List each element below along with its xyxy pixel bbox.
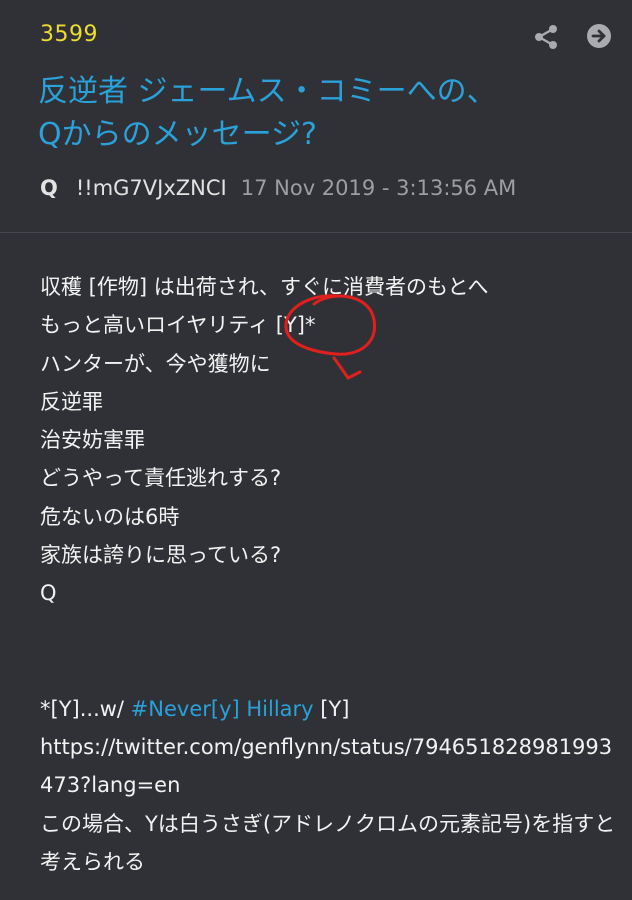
post-line: 収穫 [作物] は出荷され、すぐに消費者のもとへ: [40, 275, 489, 299]
post-line: 治安妨害罪: [40, 428, 145, 453]
post-line: 家族は誇りに思っている?: [40, 543, 282, 568]
post-body: 収穫 [作物] は出荷され、すぐに消費者のもとへ もっと高いロイヤリティ [Y]…: [40, 268, 625, 881]
translator-note: この場合、Yは白うさぎ(アドレノクロムの元素記号)を指すと考えられる: [40, 811, 616, 874]
post-author: Q: [40, 176, 58, 200]
post-line: もっと高いロイヤリティ [Y]*: [40, 313, 316, 338]
post-title: 反逆者 ジェームス・コミーへの、 Qからのメッセージ?: [38, 74, 497, 152]
post-line: 危ないのは6時: [40, 504, 180, 529]
share-icon[interactable]: [533, 24, 559, 50]
post-signature: Q: [40, 581, 57, 606]
post-number[interactable]: 3599: [40, 22, 98, 47]
arrow-right-circle-icon[interactable]: [586, 23, 612, 49]
header-divider: [0, 232, 632, 233]
post-date: 17 Nov 2019 - 3:13:56 AM: [240, 176, 517, 200]
footnote-suffix: [Y]: [313, 696, 350, 721]
post-tripcode: !!mG7VJxZNCI: [75, 176, 227, 200]
hashtag-link[interactable]: #Never[y] Hillary: [131, 697, 314, 721]
twitter-url[interactable]: https://twitter.com/genflynn/status/7946…: [40, 728, 625, 805]
footnote-prefix: *[Y]...w/: [40, 696, 131, 721]
post-line: 反逆罪: [40, 389, 103, 414]
post-line: どうやって責任逃れする?: [40, 466, 282, 491]
q-post-card: 3599 反逆者 ジェームス・コミーへの、 Qからのメッセージ? Q !!mG7V…: [0, 0, 632, 900]
post-line: ハンターが、今や獲物に: [40, 351, 271, 376]
footnote-line: *[Y]...w/ #Never[y] Hillary [Y]: [40, 690, 625, 728]
post-header: 3599 反逆者 ジェームス・コミーへの、 Qからのメッセージ? Q !!mG7V…: [0, 0, 632, 232]
post-meta: Q !!mG7VJxZNCI 17 Nov 2019 - 3:13:56 AM: [40, 173, 516, 203]
